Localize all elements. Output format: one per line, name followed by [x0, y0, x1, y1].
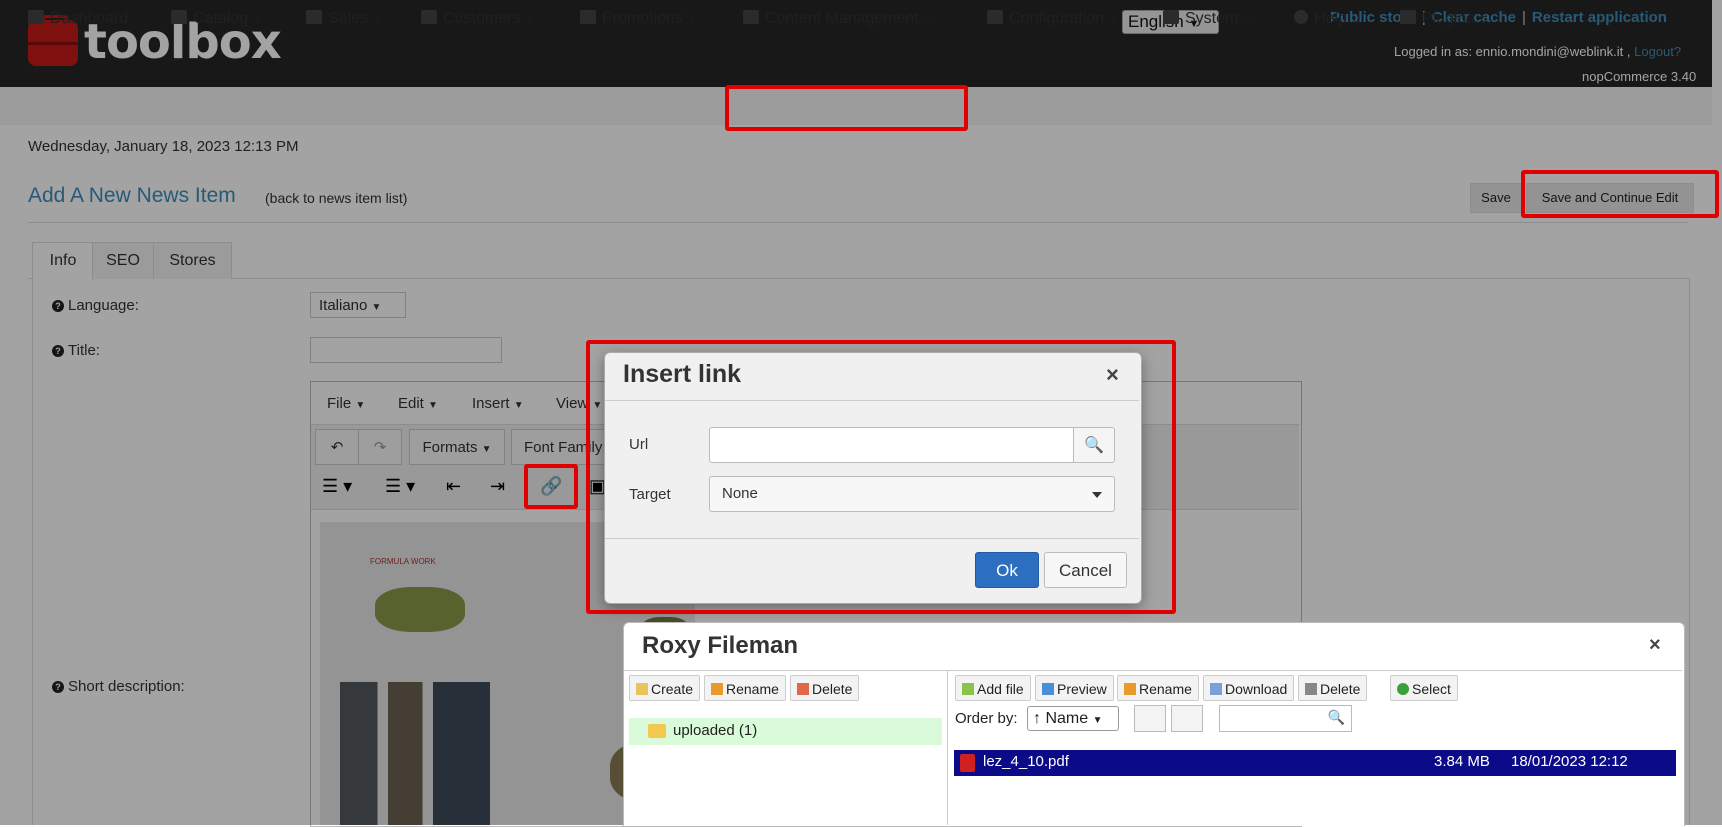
chevron-down-icon: ▼: [1092, 715, 1103, 726]
pencil-icon: [1124, 683, 1136, 695]
button-label: Rename: [1139, 681, 1192, 697]
folder-delete-icon: [797, 683, 809, 695]
highlight-box: [725, 85, 968, 131]
button-label: Add file: [977, 681, 1024, 697]
pencil-icon: [711, 683, 723, 695]
checkmark-icon: [1397, 683, 1409, 695]
button-label: Delete: [812, 681, 853, 697]
file-add-icon: [962, 683, 974, 695]
roxy-title: Roxy Fileman: [642, 632, 799, 659]
trash-icon: [1305, 683, 1317, 695]
download-icon: [1210, 683, 1222, 695]
button-label: Delete: [1320, 681, 1361, 697]
divider: [624, 670, 1682, 671]
create-folder-button[interactable]: Create: [629, 675, 701, 701]
file-search-input[interactable]: 🔍: [1219, 705, 1352, 732]
folder-add-icon: [636, 683, 648, 695]
pdf-icon: [960, 754, 975, 772]
highlight-box: [1521, 170, 1719, 218]
close-icon[interactable]: ×: [1649, 634, 1661, 657]
download-button[interactable]: Download: [1203, 675, 1295, 701]
file-name: lez_4_10.pdf: [983, 753, 1069, 770]
button-label: Preview: [1057, 681, 1107, 697]
preview-button[interactable]: Preview: [1035, 675, 1114, 701]
button-label: Create: [651, 681, 694, 697]
order-by-select[interactable]: ↑ Name ▼: [1027, 706, 1119, 731]
file-size: 3.84 MB: [1434, 753, 1490, 770]
preview-icon: [1042, 683, 1054, 695]
delete-file-button[interactable]: Delete: [1298, 675, 1368, 701]
folder-label: uploaded (1): [673, 722, 758, 739]
button-label: Download: [1225, 681, 1288, 697]
button-label: Rename: [726, 681, 779, 697]
pane-divider[interactable]: [947, 671, 948, 825]
add-file-button[interactable]: Add file: [955, 675, 1031, 701]
folder-icon: [648, 724, 666, 738]
rename-file-button[interactable]: Rename: [1117, 675, 1199, 701]
thumbnail-view-icon[interactable]: [1171, 705, 1203, 732]
order-by-label: Order by:: [955, 710, 1018, 727]
list-view-icon[interactable]: [1134, 705, 1166, 732]
rename-folder-button[interactable]: Rename: [704, 675, 786, 701]
order-by-value: ↑ Name: [1033, 710, 1089, 727]
highlight-box: [524, 464, 578, 509]
highlight-box: [586, 340, 1176, 614]
delete-folder-button[interactable]: Delete: [790, 675, 860, 701]
search-icon: 🔍: [1327, 709, 1345, 725]
select-button[interactable]: Select: [1390, 675, 1458, 701]
file-date: 18/01/2023 12:12: [1511, 753, 1628, 770]
button-label: Select: [1412, 681, 1451, 697]
